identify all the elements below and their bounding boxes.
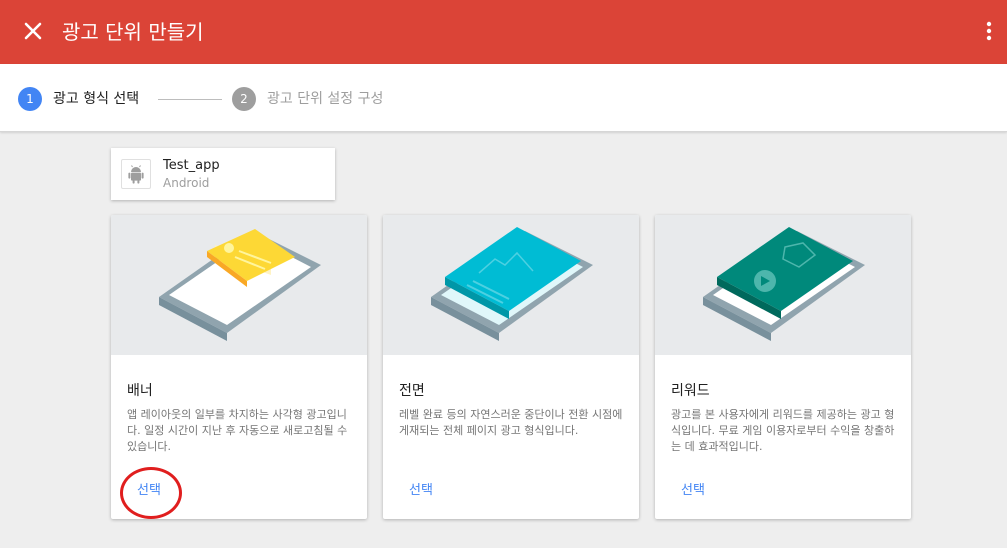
selected-app: Test_app Android — [111, 148, 335, 200]
stepper: 1 광고 형식 선택 2 광고 단위 설정 구성 — [0, 64, 1007, 132]
select-banner-button[interactable]: 선택 — [137, 482, 161, 500]
page-title: 광고 단위 만들기 — [62, 20, 204, 44]
ad-format-card-interstitial[interactable]: 전면 레벨 완료 등의 자연스러운 중단이나 전환 시점에 게재되는 전체 페이… — [383, 215, 639, 519]
step-connector — [158, 99, 222, 100]
app-header: 광고 단위 만들기 — [0, 0, 1007, 64]
card-title: 전면 — [399, 383, 425, 399]
card-description: 광고를 본 사용자에게 리워드를 제공하는 광고 형식입니다. 무료 게임 이용… — [671, 408, 895, 453]
banner-illustration — [111, 215, 367, 355]
android-icon — [121, 159, 151, 189]
step-1-label[interactable]: 광고 형식 선택 — [53, 89, 139, 109]
more-vert-icon[interactable] — [983, 18, 995, 46]
interstitial-illustration — [383, 215, 639, 355]
close-icon[interactable] — [20, 18, 46, 44]
select-rewarded-button[interactable]: 선택 — [681, 482, 705, 500]
step-1-number[interactable]: 1 — [18, 87, 42, 111]
app-platform: Android — [163, 176, 210, 190]
card-title: 배너 — [127, 383, 153, 399]
card-description: 레벨 완료 등의 자연스러운 중단이나 전환 시점에 게재되는 전체 페이지 광… — [399, 408, 623, 437]
card-description: 앱 레이아웃의 일부를 차지하는 사각형 광고입니다. 일정 시간이 지난 후 … — [127, 408, 348, 453]
select-interstitial-button[interactable]: 선택 — [409, 482, 433, 500]
ad-format-card-banner[interactable]: 배너 앱 레이아웃의 일부를 차지하는 사각형 광고입니다. 일정 시간이 지난… — [111, 215, 367, 519]
app-name: Test_app — [163, 158, 220, 173]
step-2-label[interactable]: 광고 단위 설정 구성 — [267, 89, 383, 109]
rewarded-illustration — [655, 215, 911, 355]
ad-format-card-rewarded[interactable]: 리워드 광고를 본 사용자에게 리워드를 제공하는 광고 형식입니다. 무료 게… — [655, 215, 911, 519]
card-title: 리워드 — [671, 383, 710, 399]
step-2-number[interactable]: 2 — [232, 87, 256, 111]
